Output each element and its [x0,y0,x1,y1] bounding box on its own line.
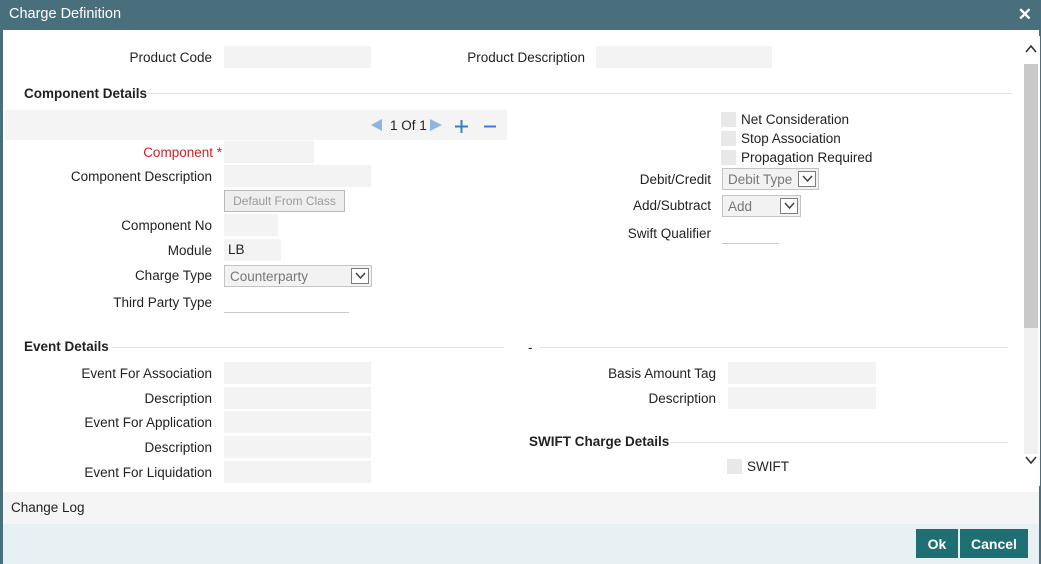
component-description-field[interactable] [224,165,371,187]
event-for-liquidation-label: Event For Liquidation [84,465,212,480]
net-consideration-checkbox[interactable] [721,112,736,127]
event-association-description-label: Description [144,391,212,406]
right-section-divider [540,347,1008,348]
event-details-header: Event Details [24,339,109,354]
add-subtract-label: Add/Subtract [632,198,711,213]
swift-qualifier-field[interactable] [722,222,779,244]
ok-button[interactable]: Ok [916,529,958,558]
basis-description-field[interactable] [728,387,876,409]
debit-credit-select[interactable]: Debit Type [722,168,819,190]
third-party-type-field[interactable] [224,291,349,313]
product-code-label: Product Code [129,50,212,65]
cancel-button[interactable]: Cancel [960,529,1028,558]
component-description-label: Component Description [70,169,212,184]
basis-amount-tag-field[interactable] [728,362,876,384]
change-log-bar: Change Log [3,492,1039,524]
basis-amount-tag-label: Basis Amount Tag [608,366,716,381]
product-code-field[interactable] [224,46,371,68]
event-application-description-label: Description [144,440,212,455]
charge-type-label: Charge Type [134,268,212,283]
event-for-association-label: Event For Association [81,366,212,381]
change-log-link[interactable]: Change Log [11,500,85,515]
module-label: Module [167,243,212,258]
triangle-left-icon[interactable] [371,119,383,131]
module-field[interactable]: LB [224,239,281,261]
product-description-field[interactable] [596,46,772,68]
add-subtract-value: Add [728,199,753,214]
component-label: Component * [60,145,222,160]
charge-type-select[interactable]: Counterparty [224,265,372,287]
component-field[interactable] [224,141,314,163]
basis-description-label: Description [648,391,716,406]
event-for-application-field[interactable] [224,411,371,433]
component-label-text: Component [143,145,213,160]
chevron-down-icon[interactable] [798,171,816,187]
chevron-down-icon[interactable] [351,268,369,284]
debit-credit-value: Debit Type [728,172,793,187]
right-section-marker: - [528,340,533,355]
propagation-required-label: Propagation Required [741,150,873,165]
event-for-association-field[interactable] [224,362,371,384]
component-no-field[interactable] [224,214,278,236]
swift-qualifier-label: Swift Qualifier [627,226,711,241]
event-association-description-field[interactable] [224,387,371,409]
required-mark: * [212,145,222,160]
pager-text: 1 Of 1 [390,118,427,133]
third-party-type-label: Third Party Type [113,295,212,310]
chevron-up-icon[interactable] [1025,44,1037,53]
event-for-application-label: Event For Application [84,415,212,430]
stop-association-checkbox[interactable] [721,131,736,146]
close-icon[interactable]: ✕ [1018,5,1032,25]
window-title: Charge Definition [9,6,122,22]
minus-icon[interactable] [484,120,496,133]
vertical-scrollbar[interactable] [1022,36,1040,486]
plus-icon[interactable] [455,120,468,133]
title-bar: Charge Definition ✕ [0,0,1041,30]
triangle-right-icon[interactable] [430,119,442,131]
charge-type-value: Counterparty [230,269,309,284]
chevron-down-icon[interactable] [1025,456,1037,465]
swift-charge-details-header: SWIFT Charge Details [529,434,670,449]
swift-label: SWIFT [747,459,789,474]
default-from-class-button[interactable]: Default From Class [224,190,345,212]
window-frame-left [0,30,3,564]
event-for-liquidation-field[interactable] [224,461,371,483]
event-application-description-field[interactable] [224,436,371,458]
component-details-divider [145,93,1012,94]
propagation-required-checkbox[interactable] [721,150,736,165]
product-description-label: Product Description [467,50,585,65]
event-details-divider [112,347,504,348]
swift-checkbox[interactable] [727,459,742,474]
component-no-label: Component No [121,218,212,233]
add-subtract-select[interactable]: Add [722,195,801,217]
stop-association-label: Stop Association [741,131,841,146]
swift-charge-details-divider [670,442,1008,443]
debit-credit-label: Debit/Credit [639,172,711,187]
chevron-down-icon[interactable] [780,198,798,214]
net-consideration-label: Net Consideration [741,112,850,127]
scrollbar-thumb[interactable] [1024,64,1038,328]
action-bar [3,524,1039,564]
component-details-header: Component Details [24,86,148,101]
